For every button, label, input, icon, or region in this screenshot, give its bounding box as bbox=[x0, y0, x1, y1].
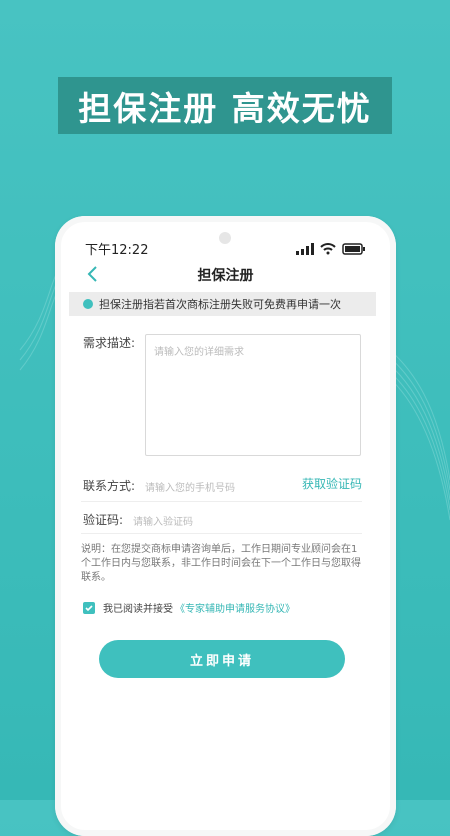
notice-dot-icon bbox=[83, 299, 93, 309]
nav-bar: 担保注册 bbox=[67, 260, 384, 290]
notice-bar: 担保注册指若首次商标注册失败可免费再申请一次 bbox=[69, 292, 376, 316]
signal-icon bbox=[296, 240, 314, 259]
promo-banner: 担保注册 高效无忧 bbox=[58, 77, 392, 134]
status-icons bbox=[296, 240, 366, 259]
description-placeholder: 请输入您的详细需求 bbox=[154, 347, 244, 358]
agreement-row: 我已阅读并接受 《专家辅助申请服务协议》 bbox=[83, 600, 295, 615]
description-label: 需求描述: bbox=[83, 336, 136, 350]
page-title: 担保注册 bbox=[197, 268, 254, 284]
wifi-icon bbox=[320, 240, 336, 259]
battery-icon bbox=[342, 240, 366, 259]
agreement-link[interactable]: 《专家辅助申请服务协议》 bbox=[175, 600, 295, 615]
get-code-button[interactable]: 获取验证码 bbox=[302, 475, 362, 492]
front-camera bbox=[219, 232, 231, 244]
description-input[interactable]: 请输入您的详细需求 bbox=[145, 334, 361, 456]
submit-button[interactable]: 立即申请 bbox=[99, 640, 345, 678]
contact-input[interactable]: 请输入您的手机号码 bbox=[145, 479, 235, 494]
contact-label: 联系方式: bbox=[83, 479, 136, 493]
code-placeholder: 请输入验证码 bbox=[133, 517, 193, 528]
code-label: 验证码: bbox=[83, 513, 124, 527]
checkbox-icon bbox=[85, 604, 93, 611]
divider bbox=[81, 533, 362, 534]
phone-screen: 下午12:22 担保注册 担保注册指若首次商标注册失败可免费再申请一次 需求描述… bbox=[55, 216, 396, 836]
agreement-checkbox[interactable] bbox=[83, 601, 95, 614]
back-icon bbox=[87, 266, 97, 282]
divider bbox=[81, 501, 362, 502]
explanation-text: 说明：在您提交商标申请咨询单后，工作日期间专业顾问会在1个工作日内与您联系，非工… bbox=[81, 544, 361, 583]
contact-placeholder: 请输入您的手机号码 bbox=[145, 483, 235, 494]
promo-banner-text: 担保注册 高效无忧 bbox=[78, 88, 372, 128]
notice-text: 担保注册指若首次商标注册失败可免费再申请一次 bbox=[99, 298, 341, 311]
code-input[interactable]: 请输入验证码 bbox=[133, 513, 193, 528]
status-time: 下午12:22 bbox=[85, 243, 149, 258]
agreement-text: 我已阅读并接受 bbox=[103, 604, 173, 615]
back-button[interactable] bbox=[81, 262, 105, 286]
